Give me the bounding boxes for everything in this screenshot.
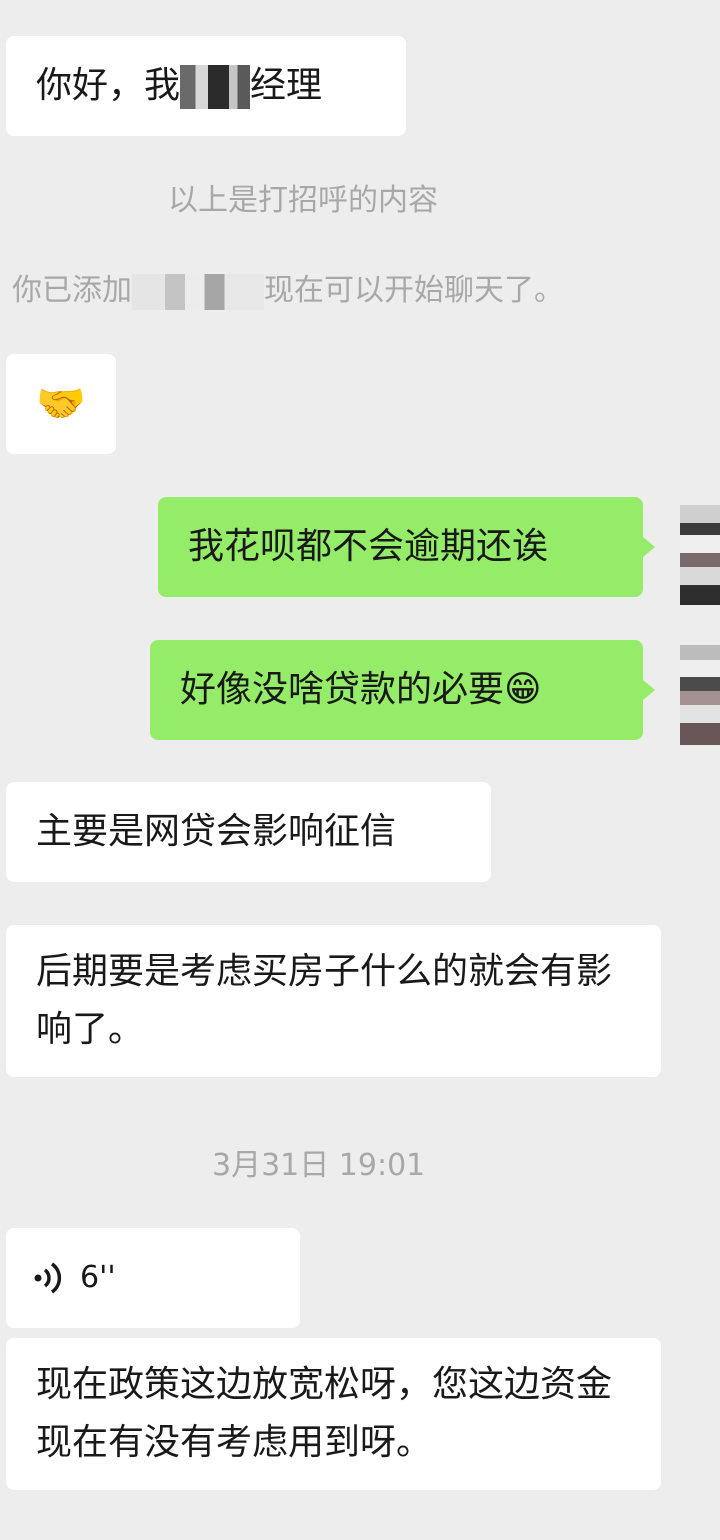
message-text: 后期要是考虑买房子什么的就会有影响了。 (36, 951, 613, 1050)
avatar[interactable] (680, 645, 720, 745)
message-text: 现在政策这边放宽松呀，您这边资金现在有没有考虑用到呀。 (36, 1364, 613, 1463)
voice-duration: 6'' (80, 1260, 116, 1295)
bubble-tail (643, 680, 655, 700)
notice-text: 现在可以开始聊天了。 (264, 273, 564, 308)
message-text: 你好，我 (36, 65, 181, 106)
avatar[interactable] (680, 505, 720, 605)
incoming-message-bubble[interactable]: 现在政策这边放宽松呀，您这边资金现在有没有考虑用到呀。 (6, 1338, 661, 1490)
message-text: 主要是网贷会影响征信 (36, 811, 397, 852)
voice-message-content: 6'' (32, 1228, 274, 1328)
incoming-message-bubble[interactable]: 后期要是考虑买房子什么的就会有影响了。 (6, 925, 661, 1077)
grinning-face-icon: 😁 (504, 669, 542, 710)
incoming-message-bubble[interactable]: 你好，我 经理 (6, 36, 406, 136)
bubble-tail (643, 537, 655, 557)
outgoing-message-bubble[interactable]: 我花呗都不会逾期还诶 (158, 497, 643, 597)
notice-text: 你已添加 (12, 273, 132, 308)
voice-wave-icon (34, 1262, 62, 1294)
voice-message-bubble[interactable]: 6'' (6, 1228, 300, 1328)
incoming-emoji-bubble[interactable]: 🤝 (6, 354, 116, 454)
greeting-notice: 以上是打招呼的内容 (168, 183, 438, 218)
pixelated-name-redaction (180, 65, 251, 109)
message-text: 经理 (250, 65, 323, 106)
message-text: 我花呗都不会逾期还诶 (188, 526, 549, 567)
added-friend-notice: 你已添加 现在可以开始聊天了。 (12, 265, 564, 310)
message-timestamp: 3月31日 19:01 (212, 1148, 426, 1183)
outgoing-message-bubble[interactable]: 好像没啥贷款的必要😁 (150, 640, 643, 740)
handshake-icon: 🤝 (36, 381, 86, 427)
message-text: 好像没啥贷款的必要 (180, 669, 505, 710)
incoming-message-bubble[interactable]: 主要是网贷会影响征信 (6, 782, 491, 882)
pixelated-name-redaction (132, 273, 264, 310)
